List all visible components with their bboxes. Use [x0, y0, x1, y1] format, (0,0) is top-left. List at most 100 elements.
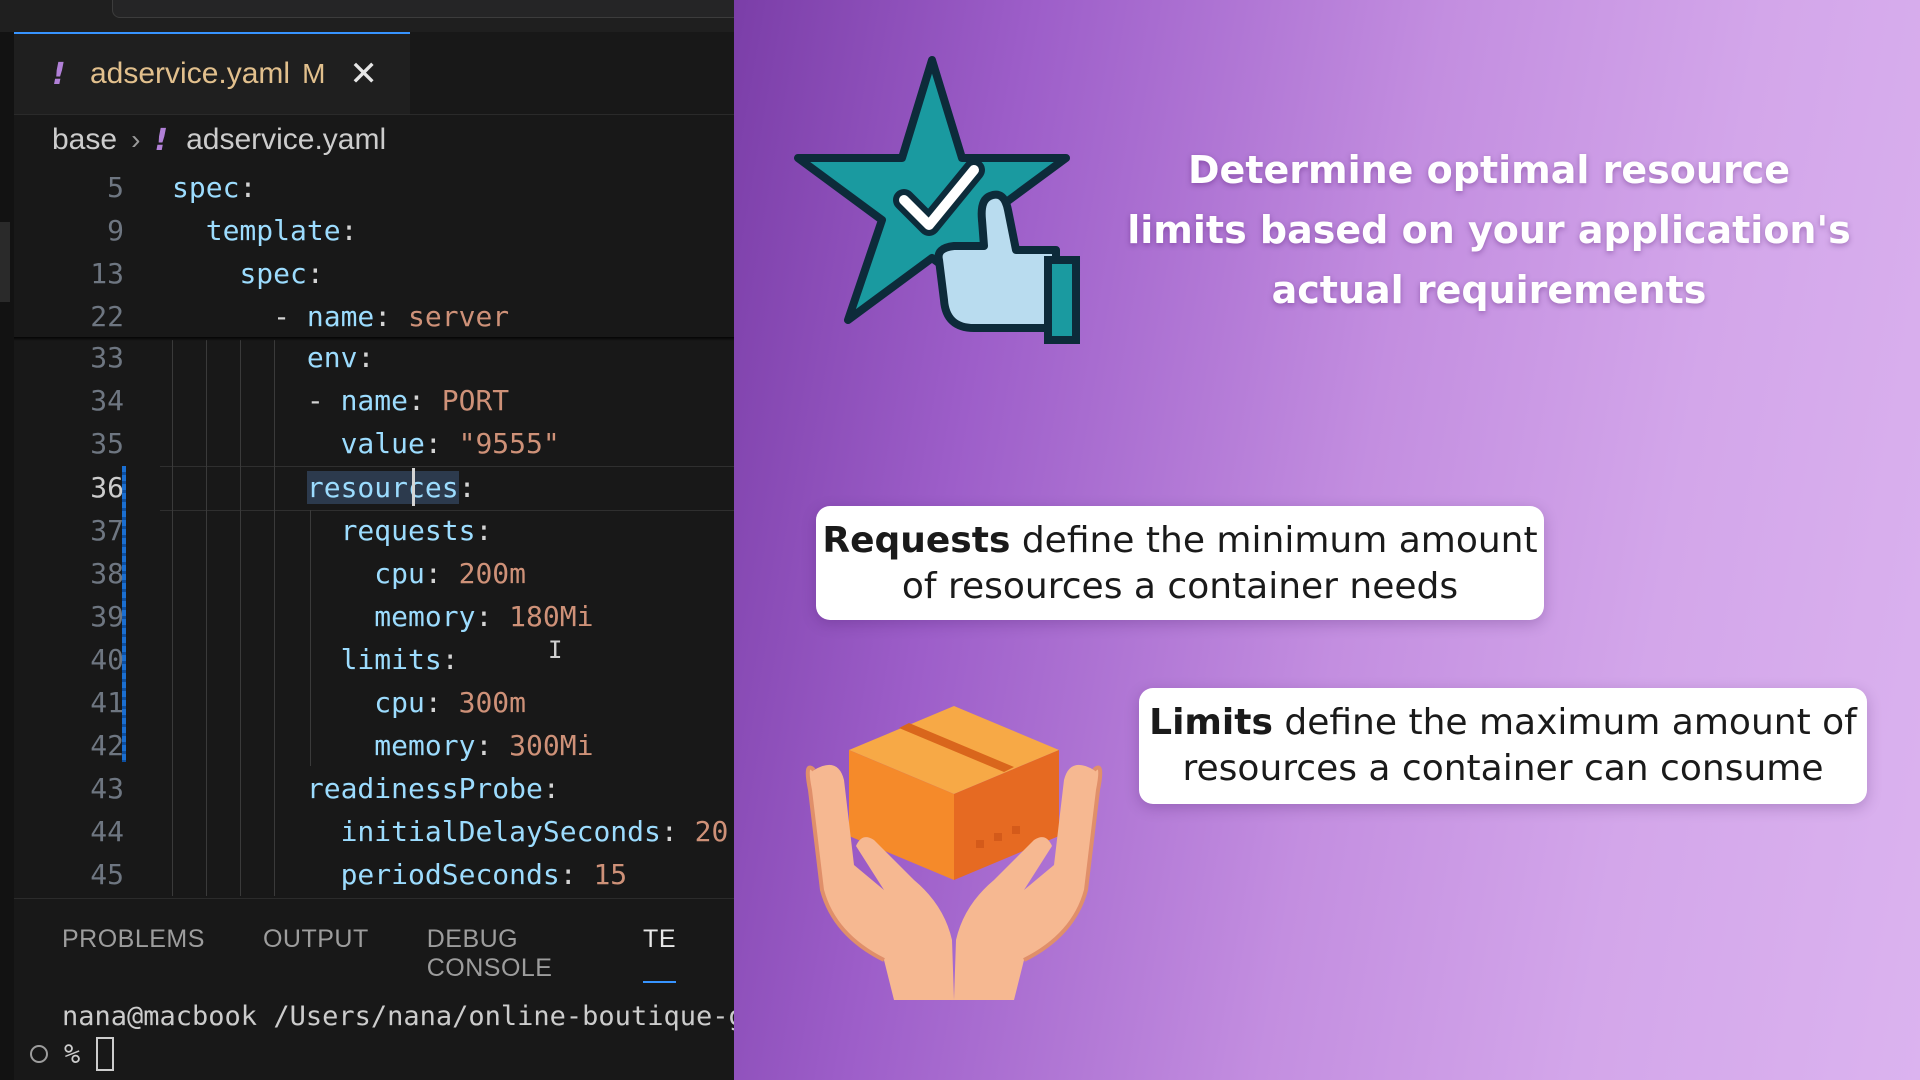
line-text: memory: 300Mi	[172, 724, 593, 767]
colon: :	[475, 514, 493, 547]
code-line[interactable]: 35 value: "9555"	[14, 422, 734, 465]
yaml-key: cpu	[374, 686, 425, 719]
code-line[interactable]: 5 spec:	[14, 166, 734, 209]
line-number: 43	[90, 772, 124, 805]
line-number: 34	[90, 384, 124, 417]
yaml-key: name	[340, 384, 409, 417]
yaml-value: 300Mi	[509, 729, 594, 762]
activity-bar-edge	[0, 32, 14, 1080]
yaml-value: 200m	[458, 557, 527, 590]
yaml-key: env	[306, 341, 358, 374]
line-text: env:	[172, 336, 374, 379]
title-bar	[0, 0, 734, 32]
panel-tabs: PROBLEMS OUTPUT DEBUG CONSOLE TE	[62, 925, 734, 983]
circle-status-icon	[30, 1045, 48, 1063]
line-text: - name: server	[172, 295, 509, 338]
slide-headline: Determine optimal resource limits based …	[1127, 148, 1851, 312]
code-area[interactable]: 5 spec: 9 template: 13 spec: 22 - name: serv…	[14, 166, 734, 896]
colon: :	[441, 643, 459, 676]
yaml-value: 15	[593, 858, 628, 891]
line-text: spec:	[172, 166, 256, 209]
ibeam-cursor-icon: I	[548, 636, 563, 664]
code-line[interactable]: 41 cpu: 300m	[14, 681, 734, 724]
colon: :	[306, 257, 324, 290]
modified-badge: M	[302, 58, 326, 89]
code-line[interactable]: 42 memory: 300Mi	[14, 724, 734, 767]
terminal-output: nana@macbook /Users/nana/online-boutique…	[62, 1001, 734, 1032]
line-text: periodSeconds: 15	[172, 853, 628, 896]
limits-definition: define the maximum amount of resources a…	[1182, 702, 1857, 789]
chevron-right-icon: ›	[131, 124, 141, 155]
yaml-key: name	[306, 300, 375, 333]
line-number: 41	[90, 686, 124, 719]
colon: :	[424, 557, 442, 590]
colon: :	[340, 214, 358, 247]
yaml-value: 20	[694, 815, 729, 848]
yaml-value: "9555"	[458, 427, 560, 460]
line-number: 22	[90, 300, 124, 333]
yaml-value: 180Mi	[509, 600, 594, 633]
line-number: 36	[90, 471, 124, 504]
breadcrumb-folder[interactable]: base	[52, 123, 117, 157]
code-line[interactable]: 43 readinessProbe:	[14, 767, 734, 810]
code-line[interactable]: 34 - name: PORT	[14, 379, 734, 422]
requests-card: Requests define the minimum amount of re…	[816, 506, 1544, 620]
star-thumbs-up-icon	[794, 56, 1080, 344]
line-text: cpu: 300m	[172, 681, 526, 724]
terminal-prompt[interactable]: %	[30, 1037, 115, 1071]
panel-tab[interactable]: PROBLEMS	[62, 925, 205, 983]
line-number: 39	[90, 600, 124, 633]
activity-marker	[0, 222, 10, 302]
code-line[interactable]: 38 cpu: 200m	[14, 552, 734, 595]
colon: :	[374, 300, 392, 333]
yaml-key: limits	[340, 643, 442, 676]
yaml-value: PORT	[441, 384, 510, 417]
text-caret	[412, 468, 415, 506]
panel-tab[interactable]: TE	[643, 925, 676, 983]
yaml-key: cpu	[374, 557, 425, 590]
close-icon[interactable]: ✕	[349, 54, 378, 94]
command-center-search[interactable]	[112, 0, 734, 18]
line-text: - name: PORT	[172, 379, 509, 422]
code-line[interactable]: 36 resources:	[14, 466, 734, 509]
code-line[interactable]: 37 requests:	[14, 509, 734, 552]
panel-tab[interactable]: OUTPUT	[263, 925, 369, 983]
line-number: 45	[90, 858, 124, 891]
colon: :	[458, 471, 476, 504]
code-line[interactable]: 13 spec:	[14, 252, 734, 295]
limits-term: Limits	[1149, 702, 1273, 743]
tab-adservice-yaml[interactable]: ! adservice.yaml M ✕	[14, 32, 410, 114]
code-line[interactable]: 40 limits:	[14, 638, 734, 681]
line-text: template:	[172, 209, 358, 252]
panel-tab[interactable]: DEBUG CONSOLE	[427, 925, 585, 983]
code-line[interactable]: 22 - name: server	[14, 295, 734, 338]
hands-holding-box-icon	[805, 706, 1103, 1000]
code-line[interactable]: 39 memory: 180Mi	[14, 595, 734, 638]
line-text: resources:	[172, 466, 475, 509]
line-number: 38	[90, 557, 124, 590]
yaml-exclamation-icon: !	[154, 122, 169, 158]
code-line[interactable]: 45 periodSeconds: 15	[14, 853, 734, 896]
yaml-value: server	[408, 300, 510, 333]
code-line[interactable]: 33 env:	[14, 336, 734, 379]
colon: :	[357, 341, 375, 374]
breadcrumb-file[interactable]: adservice.yaml	[186, 123, 386, 157]
line-text: requests:	[172, 509, 493, 552]
requests-term: Requests	[822, 520, 1011, 561]
line-text: value: "9555"	[172, 422, 560, 465]
breadcrumb: base › ! adservice.yaml	[52, 118, 386, 162]
line-number: 33	[90, 341, 124, 374]
colon: :	[660, 815, 678, 848]
code-line[interactable]: 9 template:	[14, 209, 734, 252]
colon: :	[559, 858, 577, 891]
yaml-key: value	[340, 427, 425, 460]
code-line[interactable]: 44 initialDelaySeconds: 20	[14, 810, 734, 853]
